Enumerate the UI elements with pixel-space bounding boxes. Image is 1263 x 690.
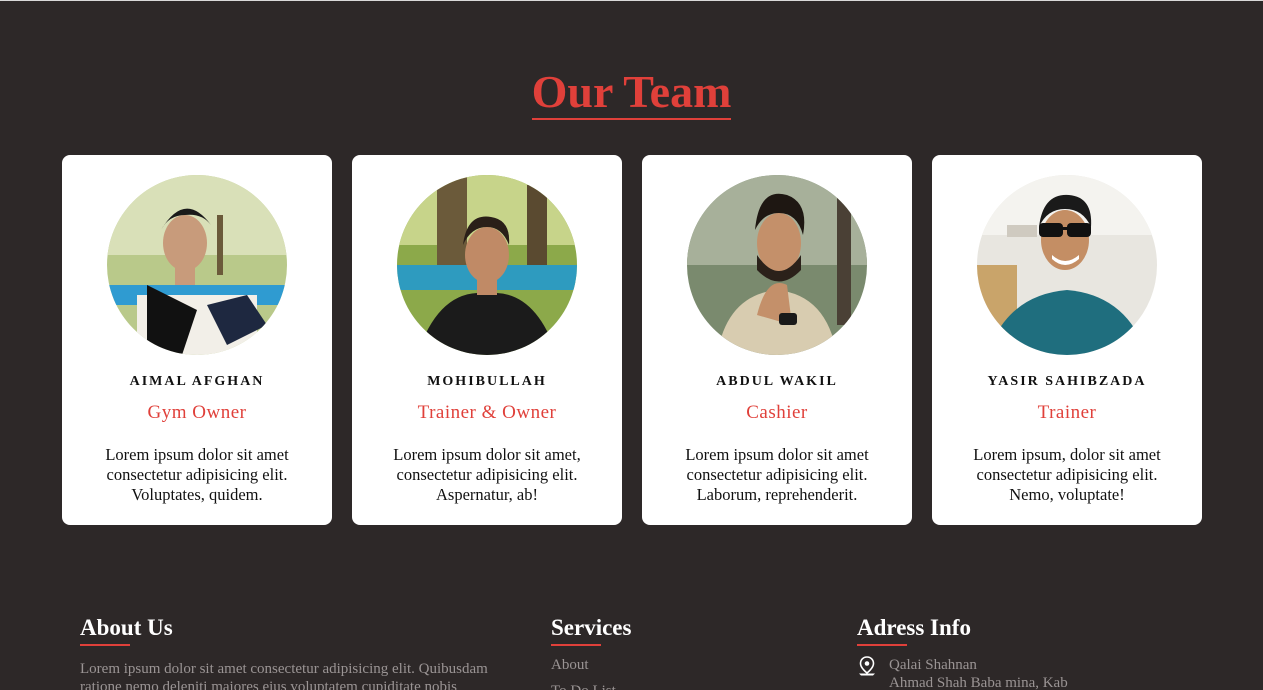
member-name: YASIR SAHIBZADA (987, 374, 1147, 389)
footer-services-heading: Services (551, 615, 632, 640)
heading-underline (857, 644, 907, 646)
member-description-line: Voluptates, quidem. (131, 485, 263, 504)
top-divider (0, 0, 1263, 1)
member-description-line: Lorem ipsum dolor sit amet (105, 445, 289, 464)
member-name: MOHIBULLAH (427, 374, 547, 389)
member-description: Lorem ipsum dolor sit amet consectetur a… (87, 445, 307, 505)
footer-about-heading: About Us (80, 615, 173, 640)
member-description-line: Laborum, reprehenderit. (696, 485, 858, 504)
member-description-line: consectetur adipisicing elit. (106, 465, 288, 484)
member-description: Lorem ipsum dolor sit amet, consectetur … (377, 445, 597, 505)
team-card: MOHIBULLAH Trainer & Owner Lorem ipsum d… (352, 155, 622, 525)
team-title: Our Team (531, 66, 732, 120)
member-name: AIMAL AFGHAN (129, 374, 265, 389)
member-photo (687, 175, 867, 355)
member-photo (977, 175, 1157, 355)
member-role: Trainer & Owner (417, 402, 557, 423)
member-name: ABDUL WAKIL (716, 374, 838, 389)
member-description-line: Lorem ipsum dolor sit amet (685, 445, 869, 464)
footer-address: Adress Info Qalai Shahnan Ahmad Shah Bab… (857, 614, 1068, 690)
member-description-line: consectetur adipisicing elit. (686, 465, 868, 484)
footer-link-about[interactable]: About (551, 656, 631, 674)
footer-about-line: Lorem ipsum dolor sit amet consectetur a… (80, 661, 488, 677)
member-description: Lorem ipsum dolor sit amet consectetur a… (667, 445, 887, 505)
team-card: ABDUL WAKIL Cashier Lorem ipsum dolor si… (642, 155, 912, 525)
member-photo (107, 175, 287, 355)
member-description-line: Lorem ipsum, dolor sit amet (973, 445, 1161, 464)
member-role: Trainer (1037, 402, 1097, 423)
member-photo (397, 175, 577, 355)
team-cards: AIMAL AFGHAN Gym Owner Lorem ipsum dolor… (62, 155, 1202, 525)
team-card: AIMAL AFGHAN Gym Owner Lorem ipsum dolor… (62, 155, 332, 525)
address-text: Qalai Shahnan Ahmad Shah Baba mina, Kab (889, 656, 1068, 690)
footer-address-heading: Adress Info (857, 615, 971, 640)
heading-underline (80, 644, 130, 646)
member-description-line: Nemo, voluptate! (1009, 485, 1125, 504)
member-description-line: consectetur adipisicing elit. (396, 465, 578, 484)
footer-link-todo[interactable]: To Do List (551, 682, 631, 690)
heading-underline (551, 644, 601, 646)
member-role: Cashier (746, 402, 808, 423)
member-description-line: Aspernatur, ab! (436, 485, 538, 504)
address-line: Ahmad Shah Baba mina, Kab (889, 675, 1068, 690)
member-role: Gym Owner (147, 402, 247, 423)
address-line: Qalai Shahnan (889, 657, 977, 673)
footer-about-line: ratione nemo deleniti maiores eius volup… (80, 679, 457, 690)
footer-about-text: Lorem ipsum dolor sit amet consectetur a… (80, 660, 520, 690)
member-description: Lorem ipsum, dolor sit amet consectetur … (957, 445, 1177, 505)
address-row: Qalai Shahnan Ahmad Shah Baba mina, Kab (857, 656, 1068, 690)
member-description-line: consectetur adipisicing elit. (976, 465, 1158, 484)
map-pin-icon (857, 656, 877, 676)
team-section-header: Our Team (0, 66, 1263, 120)
footer-services: Services About To Do List (551, 614, 631, 690)
footer-about: About Us Lorem ipsum dolor sit amet cons… (80, 614, 520, 690)
member-description-line: Lorem ipsum dolor sit amet, (393, 445, 581, 464)
team-card: YASIR SAHIBZADA Trainer Lorem ipsum, dol… (932, 155, 1202, 525)
